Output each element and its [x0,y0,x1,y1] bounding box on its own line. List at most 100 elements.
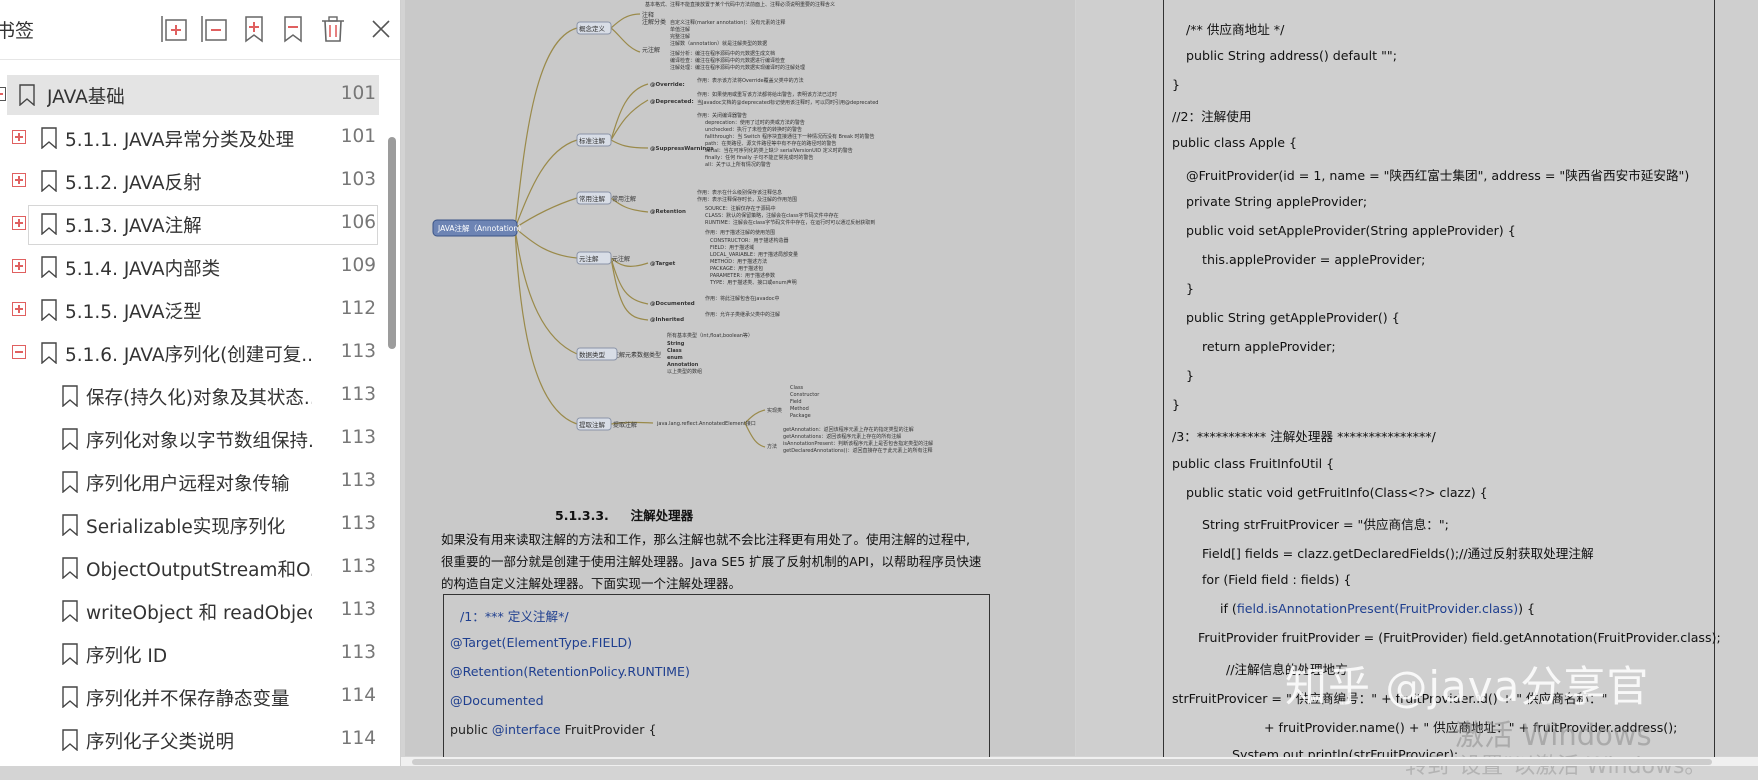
bookmark-label: 5.1.1. JAVA异常分类及处理 [65,130,295,151]
svg-text:标准注解: 标准注解 [579,136,606,145]
svg-text:METHOD：用于描述方法: METHOD：用于描述方法 [710,258,767,265]
bookmark-item[interactable]: 序列化子父类说明 114 [0,719,380,759]
bookmark-page-number: 101 [340,126,376,147]
expand-icon[interactable] [12,130,26,144]
sidebar-scrollbar[interactable] [388,137,396,349]
svg-text:@Documented: @Documented [650,301,695,307]
svg-text:deprecation：使用了过时的类或方法的警告: deprecation：使用了过时的类或方法的警告 [705,119,805,126]
expand-icon[interactable] [12,259,26,273]
svg-text:java.lang.reflect.AnnotatedEle: java.lang.reflect.AnnotatedElement接口 [656,420,756,427]
code-line: if (field.isAnnotationPresent(FruitProvi… [1220,601,1536,616]
horizontal-scrollbar-thumb[interactable] [412,759,1712,765]
bookmark-label: 保存(持久化)对象及其状态... [86,388,312,409]
bookmark-icon [61,686,79,709]
svg-text:getAnnotations：返回该程序元素上存在的所有注解: getAnnotations：返回该程序元素上存在的所有注解 [783,433,901,440]
code-line: this.appleProvider = appleProvider; [1202,251,1426,267]
close-icon[interactable] [366,14,396,44]
svg-text:注解元素数据类型: 注解元素数据类型 [613,351,661,359]
bookmark-icon [40,213,58,236]
code-line: public String address() default ""; [1186,48,1397,64]
bookmark-item[interactable]: 5.1.6. JAVA序列化(创建可复... 113 [0,332,380,372]
bookmark-page-number: 113 [340,642,376,663]
remove-bookmark-icon[interactable] [278,14,308,44]
svg-text:元注解: 元注解 [612,255,630,263]
svg-text:作用：表示在什么级别保存该注释信息: 作用：表示在什么级别保存该注释信息 [697,189,782,196]
tree-toggle-icon[interactable] [0,87,6,101]
bookmark-item[interactable]: 保存(持久化)对象及其状态... 113 [0,375,380,415]
svg-text:getAnnotation：返回该程序元素上存在的指定类型的: getAnnotation：返回该程序元素上存在的指定类型的注解 [783,426,914,433]
code-line: /3：*********** 注解处理器 ***************/ [1172,429,1436,445]
svg-text:CONSTRUCTOR：用于描述构造器: CONSTRUCTOR：用于描述构造器 [710,237,789,244]
document-view: 基本格式、注释不能直接放置于某个代码中方法前面上、注释必须说明重要的注释含义 注… [401,0,1758,779]
bookmark-item[interactable]: 序列化 ID 113 [0,633,380,673]
bookmark-panel: 书签 JAVA基础 101 5.1.1. JAVA异常分类及处理 101 5.1.2. … [0,0,401,766]
svg-text:fallthrough：当 Switch 程序块直接通往下一: fallthrough：当 Switch 程序块直接通往下一种情况而没有 Bre… [705,133,875,140]
delete-icon[interactable] [318,14,348,44]
svg-text:Class: Class [667,348,682,354]
svg-text:作用：将此注解包含在javadoc中: 作用：将此注解包含在javadoc中 [705,295,779,302]
expand-icon[interactable] [12,302,26,316]
svg-text:@Target: @Target [650,261,676,267]
svg-text:FIELD：用于描述域: FIELD：用于描述域 [710,244,754,251]
svg-text:实现类: 实现类 [767,407,782,414]
svg-text:常用注解: 常用注解 [579,194,606,203]
svg-text:TYPE：用于描述类、接口或enum声明: TYPE：用于描述类、接口或enum声明 [709,279,797,286]
bookmark-icon [40,299,58,322]
expand-icon[interactable] [12,216,26,230]
bookmark-item[interactable]: ObjectOutputStream和O... 113 [0,547,380,587]
code-line: public class Apple { [1172,135,1298,151]
bookmark-item[interactable]: 序列化用户远程对象传输 113 [0,461,380,501]
svg-text:注解处理：编注在程序源码中的元数据实现编译时的注解处理: 注解处理：编注在程序源码中的元数据实现编译时的注解处理 [670,64,805,71]
code-line: @Retention(RetentionPolicy.RUNTIME) [450,664,690,679]
bookmark-icon [61,643,79,666]
code-line: public class FruitInfoUtil { [1172,455,1335,471]
svg-text:提取注解: 提取注解 [579,420,606,429]
svg-text:LOCAL_VARIABLE：用于描述局部变量: LOCAL_VARIABLE：用于描述局部变量 [710,251,798,258]
bookmark-icon [61,729,79,752]
expand-all-icon[interactable] [160,14,190,44]
bookmark-icon [18,84,36,107]
bookmark-item[interactable]: JAVA基础 101 [0,74,380,115]
bookmark-label: 5.1.4. JAVA内部类 [65,259,221,280]
bookmark-page-number: 113 [340,556,376,577]
bookmark-page-number: 103 [340,169,376,190]
bookmark-item[interactable]: 5.1.5. JAVA泛型 112 [0,289,380,329]
bookmark-item[interactable]: 5.1.3. JAVA注解 106 [0,203,380,245]
bookmark-icon [61,385,79,408]
svg-text:isAnnotationPresent：判断该程序元素上是否: isAnnotationPresent：判断该程序元素上是否包含指定类型的注解 [783,440,933,447]
svg-text:注解分类: 注解分类 [642,18,666,26]
svg-text:RUNTIME：注解会在class字节码文件中存在，在运行时: RUNTIME：注解会在class字节码文件中存在，在运行时可以通过反射获取到 [705,219,875,226]
bookmark-icon [61,557,79,580]
bookmark-page-number: 113 [340,470,376,491]
svg-text:getDeclaredAnnotations()：返回直接存: getDeclaredAnnotations()：返回直接存在于此元素上的所有注… [783,447,932,454]
bookmark-page-number: 113 [340,513,376,534]
mindmap-root-label: JAVA注解（Annotation） [437,223,526,233]
svg-text:注释: 注释 [642,11,654,19]
section-heading: 5.1.3.3. 注解处理器 [555,508,694,523]
bookmark-item[interactable]: 序列化并不保存静态变量 114 [0,676,380,716]
bookmark-item[interactable]: 序列化对象以字节数组保持... 113 [0,418,380,458]
add-bookmark-icon[interactable] [239,14,269,44]
svg-text:常用注解: 常用注解 [612,195,636,203]
bookmark-item[interactable]: 5.1.4. JAVA内部类 109 [0,246,380,286]
code-block: /1：*** 定义注解*/ @Target(ElementType.FIELD) @… [443,594,990,766]
code-line: @FruitProvider(id = 1, name = "陕西红富士集团",… [1186,167,1690,183]
svg-text:Method: Method [790,406,809,412]
svg-text:@Retention: @Retention [650,209,686,215]
panel-title: 书签 [0,20,35,42]
bookmark-label: 序列化用户远程对象传输 [86,474,290,495]
bookmark-item[interactable]: writeObject 和 readObjec... 113 [0,590,380,630]
svg-text:单值注解: 单值注解 [670,26,690,33]
code-line: private String appleProvider; [1186,193,1368,209]
bookmark-item[interactable]: Serializable实现序列化 113 [0,504,380,544]
code-line: Field[] fields = clazz.getDeclaredFields… [1202,545,1594,561]
svg-text:编译检查：编注在程序源码中的元数据进行编译检查: 编译检查：编注在程序源码中的元数据进行编译检查 [670,57,785,64]
collapse-icon[interactable] [12,345,26,359]
svg-text:注解分析：编注在程序源码中的元数据生成文档: 注解分析：编注在程序源码中的元数据生成文档 [670,50,775,57]
bookmark-item[interactable]: 5.1.1. JAVA异常分类及处理 101 [0,117,380,157]
bookmark-item[interactable]: 5.1.2. JAVA反射 103 [0,160,380,200]
bookmark-label: JAVA基础 [47,87,125,108]
bookmark-page-number: 106 [340,212,376,233]
expand-icon[interactable] [12,173,26,187]
collapse-all-icon[interactable] [200,14,230,44]
